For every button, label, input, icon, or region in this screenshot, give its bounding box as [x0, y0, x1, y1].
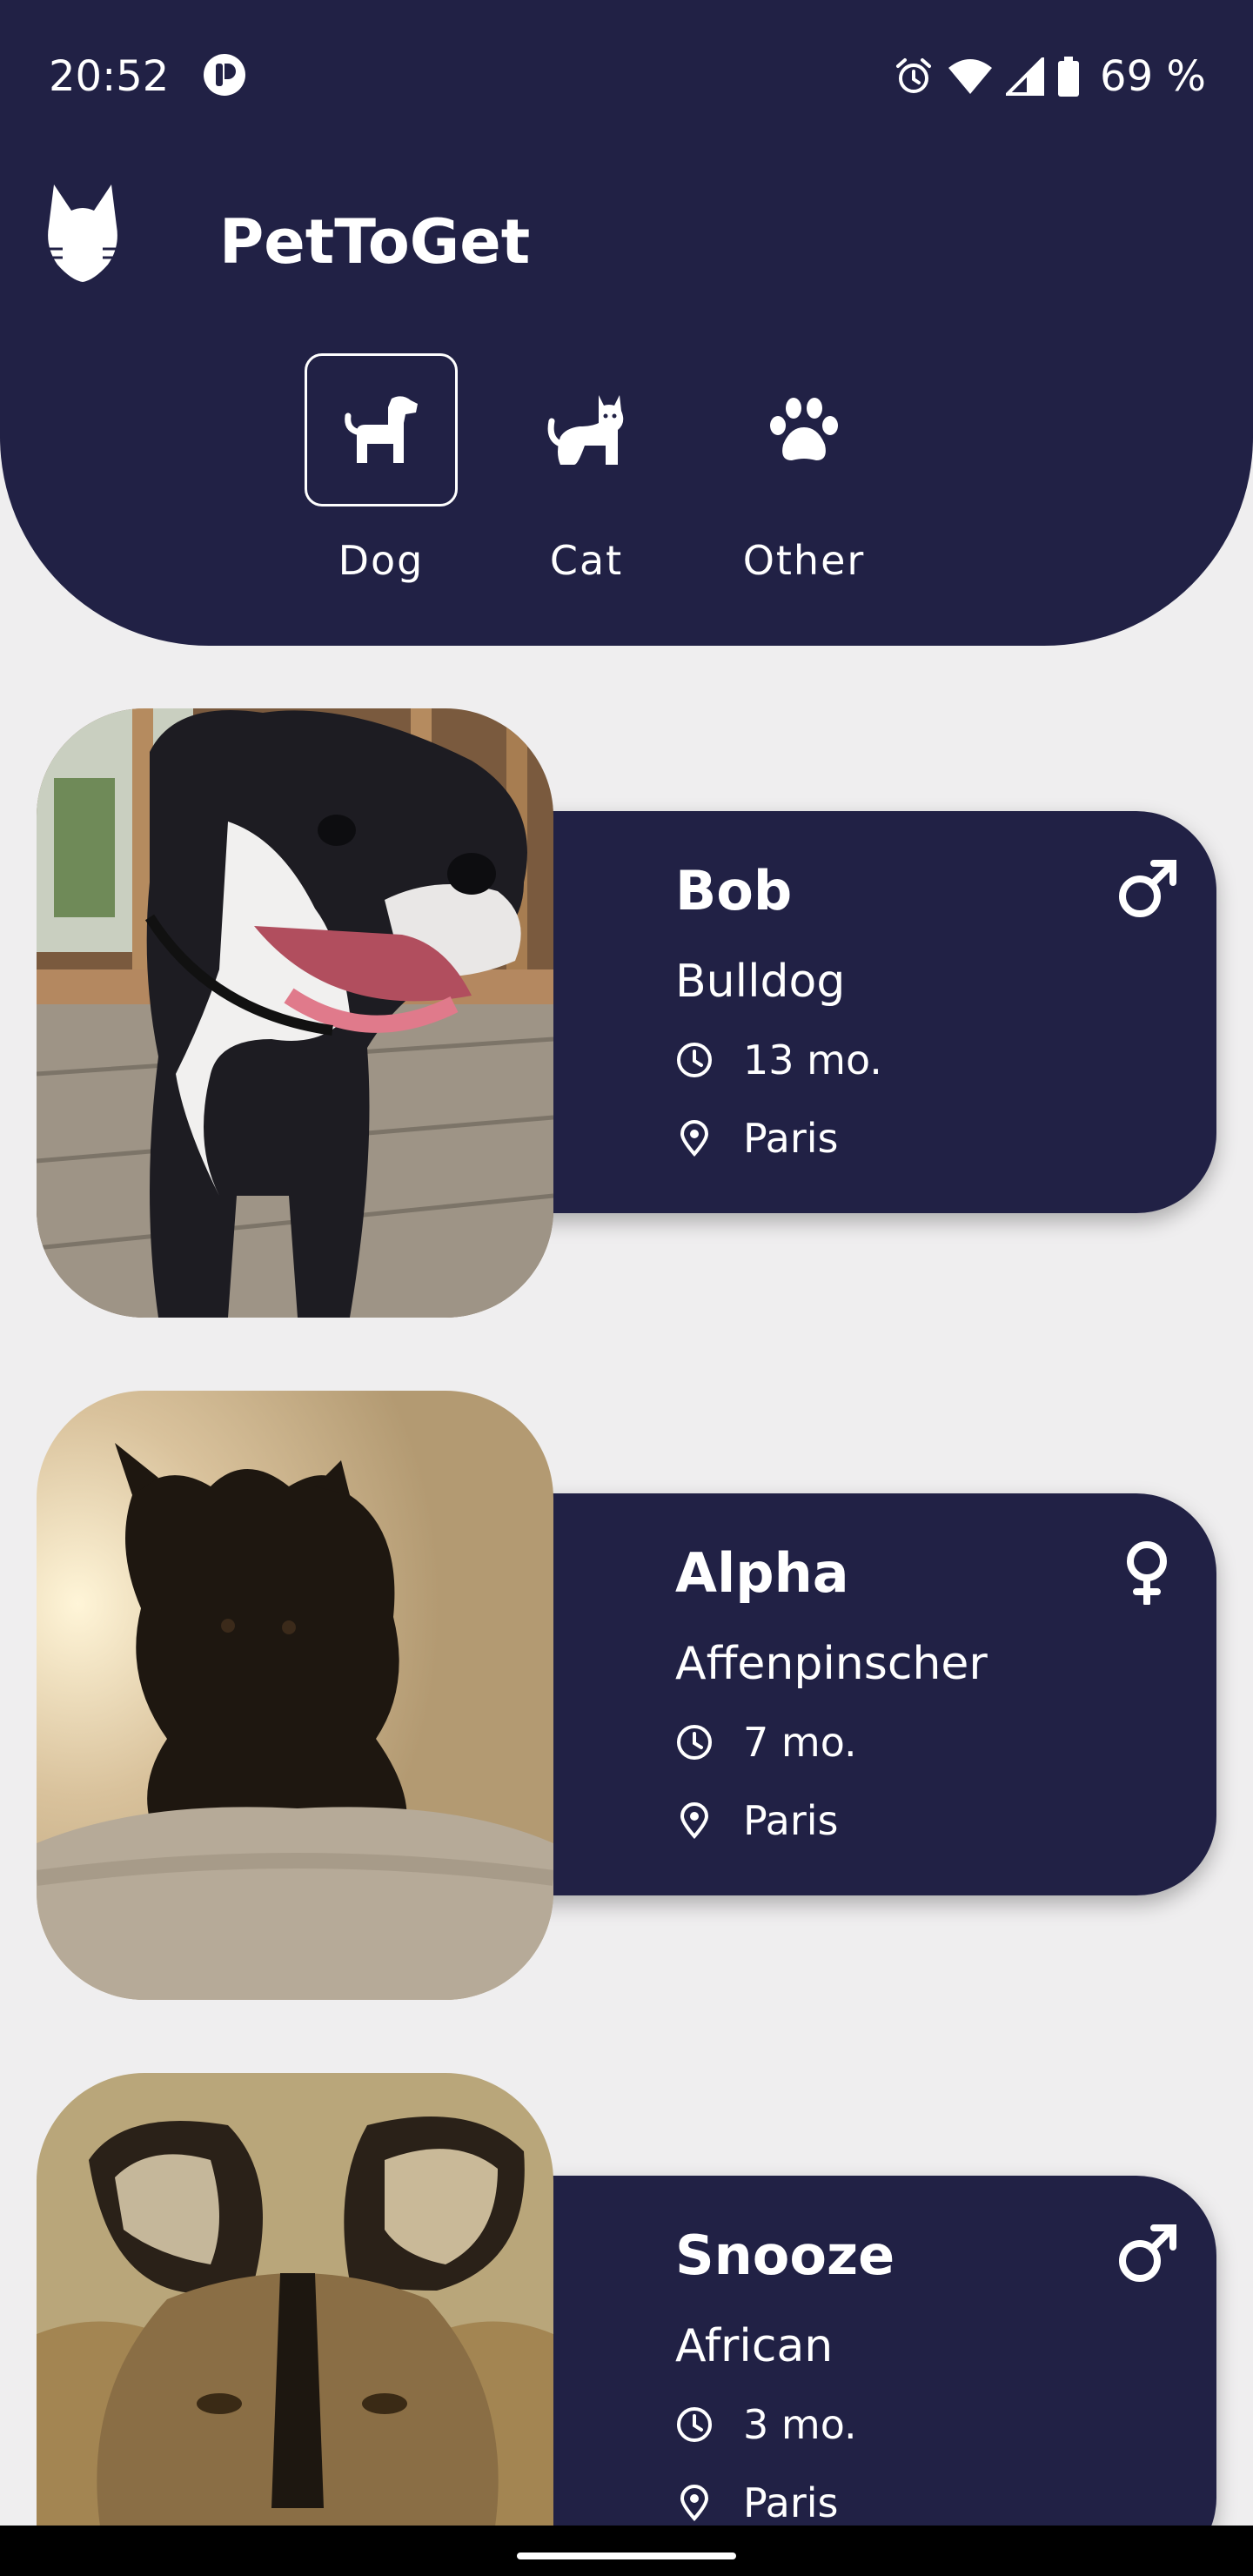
pet-age: 13 mo. — [743, 1036, 882, 1083]
location-pin-icon — [680, 2485, 709, 2522]
pet-breed: African — [675, 2320, 834, 2372]
cat-logo-icon — [47, 184, 118, 282]
app-title: PetToGet — [219, 206, 531, 278]
home-gesture-handle[interactable] — [517, 2553, 736, 2559]
header: 20:52 69 % PetToGet Dog Cat Other — [0, 0, 1253, 646]
pet-photo-image — [37, 708, 553, 1318]
tab-dog-box — [305, 353, 458, 506]
status-icons: 69 % — [893, 50, 1206, 103]
pet-location-row: Paris — [675, 2477, 839, 2529]
pet-info: Bob Bulldog 13 mo. Paris — [472, 811, 1216, 1213]
pet-photo — [37, 1391, 553, 2000]
dog-icon — [345, 396, 418, 463]
wifi-icon — [948, 59, 993, 94]
pet-card-alpha[interactable]: Alpha Affenpinscher 7 mo. Paris — [37, 1391, 1216, 2000]
tab-cat[interactable]: Cat — [501, 353, 658, 606]
pet-photo-image — [37, 2073, 553, 2576]
location-pin-icon — [680, 1802, 709, 1840]
male-icon — [1119, 2224, 1176, 2282]
pet-breed: Bulldog — [675, 956, 846, 1008]
category-tabs: Dog Cat Other — [296, 353, 888, 606]
paw-icon — [770, 398, 838, 460]
location-pin-icon — [680, 1120, 709, 1157]
battery-percentage: 69 % — [1100, 52, 1206, 101]
tab-cat-label: Cat — [549, 537, 624, 584]
tab-other-box — [727, 353, 881, 506]
tab-cat-box — [510, 353, 663, 506]
clock-icon — [677, 1043, 712, 1077]
pet-age: 3 mo. — [743, 2401, 857, 2448]
pet-location-row: Paris — [675, 1794, 839, 1847]
cat-icon — [547, 395, 624, 465]
pet-photo — [37, 708, 553, 1318]
pet-name: Snooze — [675, 2224, 895, 2287]
male-icon — [1119, 860, 1176, 917]
status-time: 20:52 — [49, 52, 170, 101]
status-bar: 20:52 69 % — [0, 0, 1253, 150]
pet-age-row: 7 mo. — [675, 1716, 857, 1768]
pet-name: Alpha — [675, 1541, 849, 1605]
pet-age-row: 13 mo. — [675, 1034, 882, 1086]
tab-other[interactable]: Other — [719, 353, 875, 606]
app-notification-icon — [204, 54, 245, 96]
tab-dog-label: Dog — [338, 537, 425, 584]
pet-card-snooze[interactable]: Snooze African 3 mo. Paris — [37, 2073, 1216, 2576]
pet-location-row: Paris — [675, 1112, 839, 1164]
tab-dog[interactable]: Dog — [296, 353, 458, 606]
pet-photo-image — [37, 1391, 553, 2000]
app-screen: 20:52 69 % PetToGet Dog Cat Other Bob Bu… — [0, 0, 1253, 2576]
pet-location: Paris — [743, 1115, 839, 1162]
tab-other-label: Other — [742, 537, 866, 584]
clock-icon — [677, 1725, 712, 1760]
pet-location: Paris — [743, 2479, 839, 2526]
system-navigation-bar — [0, 2526, 1253, 2576]
alarm-icon — [896, 58, 932, 93]
pet-info: Alpha Affenpinscher 7 mo. Paris — [472, 1493, 1216, 1895]
female-icon — [1127, 1541, 1167, 1605]
pet-age: 7 mo. — [743, 1719, 857, 1766]
pet-breed: Affenpinscher — [675, 1638, 988, 1690]
signal-icon — [1006, 57, 1045, 96]
pet-location: Paris — [743, 1797, 839, 1844]
battery-icon — [1058, 57, 1080, 97]
clock-icon — [677, 2407, 712, 2442]
pet-info: Snooze African 3 mo. Paris — [472, 2176, 1216, 2576]
pet-age-row: 3 mo. — [675, 2398, 857, 2451]
pet-photo — [37, 2073, 553, 2576]
pet-card-bob[interactable]: Bob Bulldog 13 mo. Paris — [37, 708, 1216, 1318]
pet-name: Bob — [675, 859, 793, 922]
